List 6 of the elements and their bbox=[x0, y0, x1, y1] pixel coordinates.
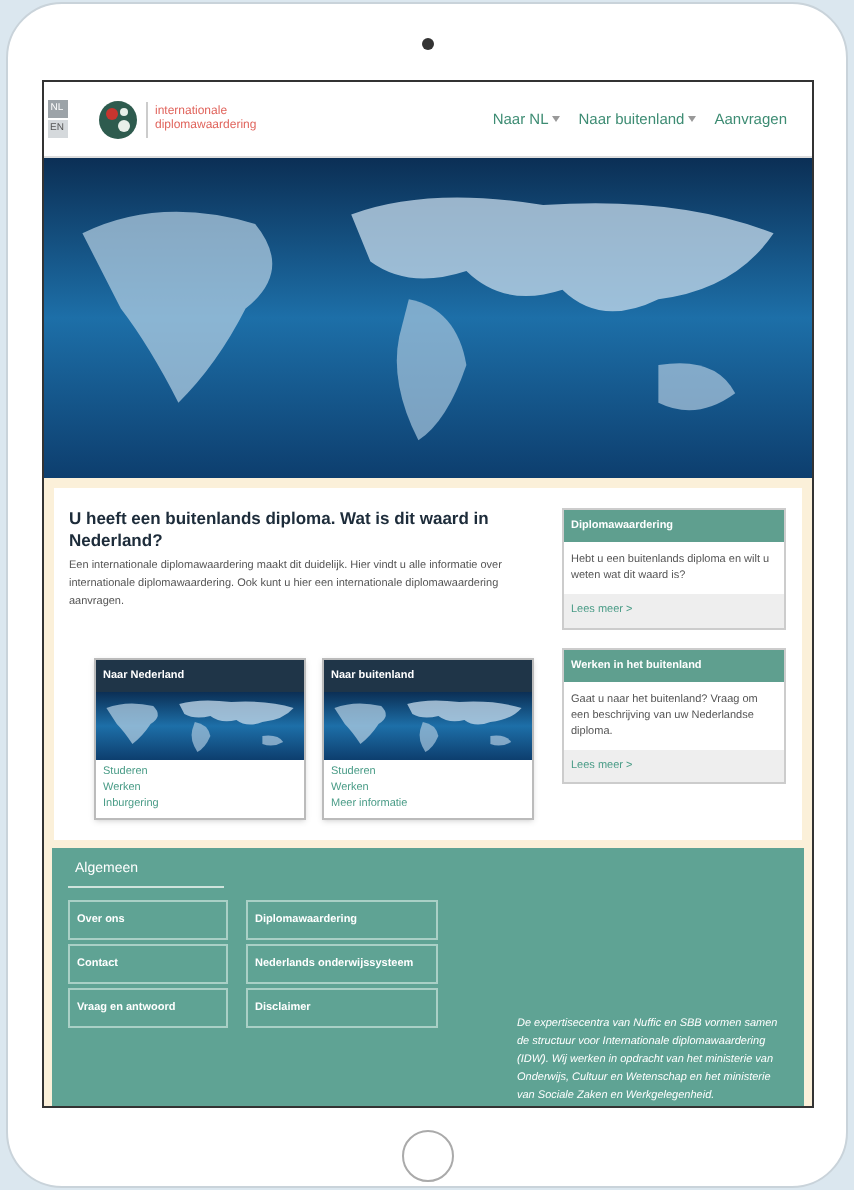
home-button[interactable] bbox=[401, 1130, 453, 1182]
caret-icon bbox=[552, 116, 561, 122]
intro-heading: U heeft een buitenlands diploma. Wat is dit waard in Nederland? bbox=[69, 508, 491, 552]
logo-icon bbox=[97, 99, 137, 139]
caret-icon bbox=[688, 116, 697, 122]
camera-icon bbox=[421, 38, 433, 50]
